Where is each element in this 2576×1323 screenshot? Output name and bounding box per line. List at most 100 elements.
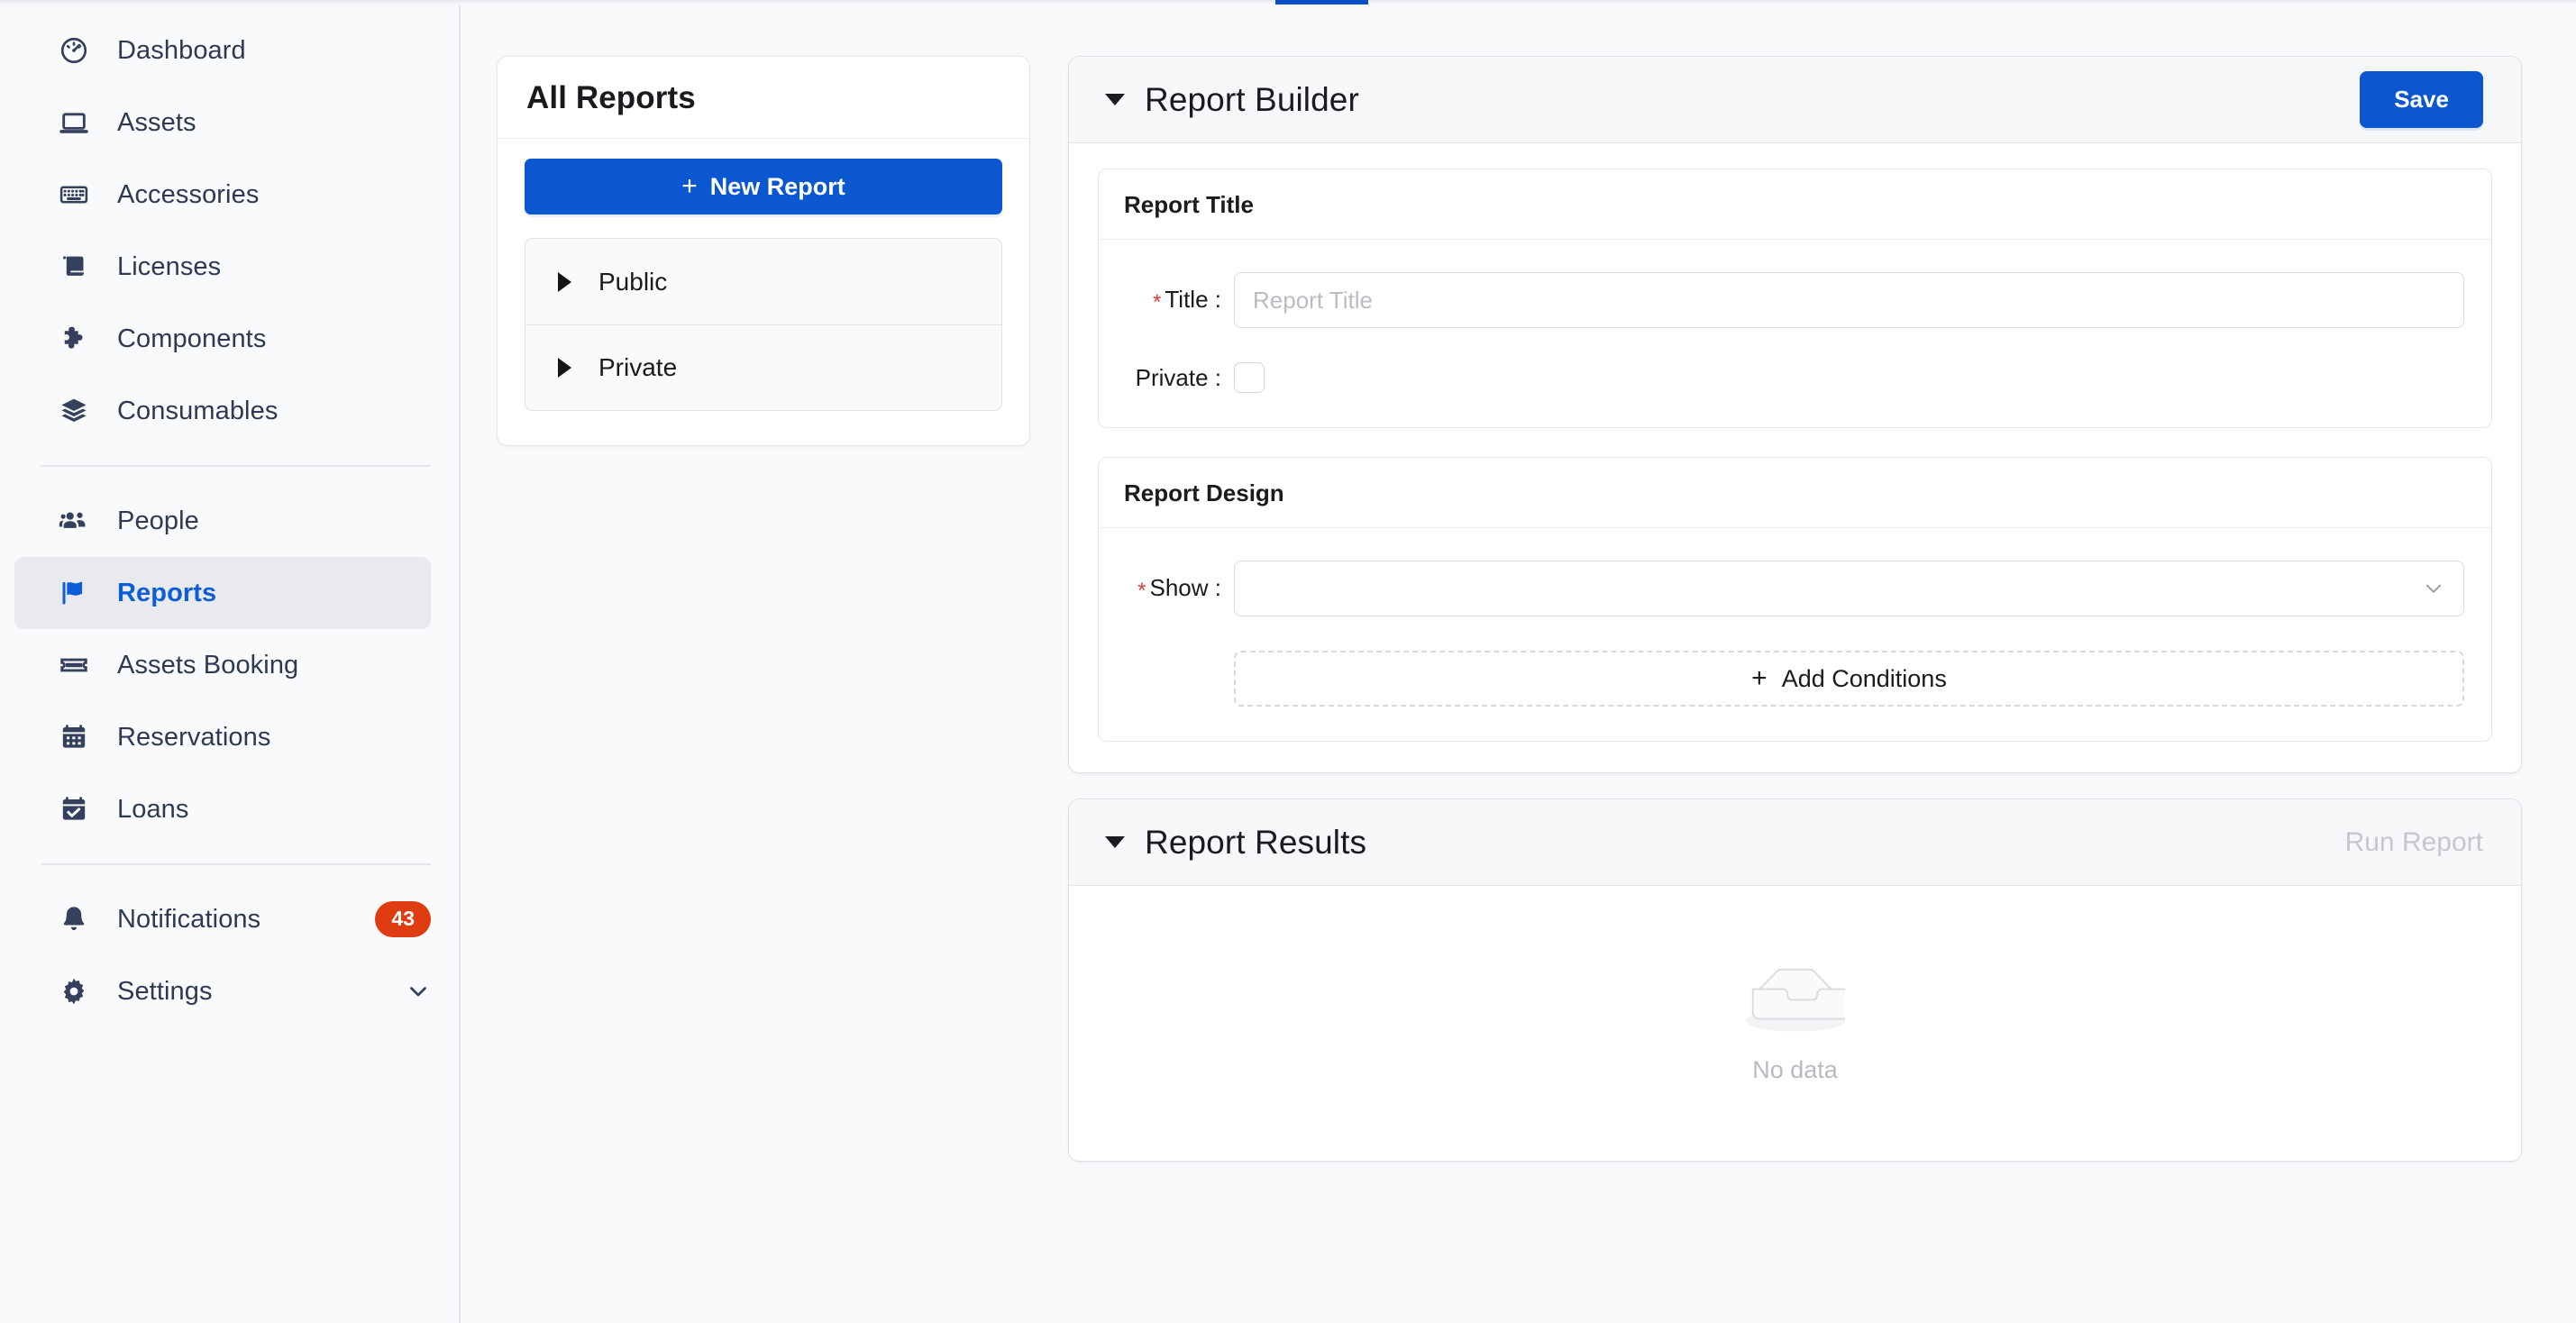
sidebar-divider: [41, 863, 431, 865]
sidebar-item-reservations[interactable]: Reservations: [14, 701, 431, 773]
caret-right-icon[interactable]: [558, 271, 571, 292]
chevron-down-icon[interactable]: [406, 979, 431, 1004]
sidebar-item-people[interactable]: People: [14, 485, 431, 557]
scroll-icon: [54, 247, 94, 287]
report-builder-panel: Report Builder Save Report Title * Title …: [1068, 56, 2522, 773]
report-title-card-header: Report Title: [1099, 169, 2491, 240]
sidebar-item-notifications[interactable]: Notifications 43: [14, 883, 431, 955]
sidebar-item-reports[interactable]: Reports: [14, 557, 431, 629]
report-title-card: Report Title *Title : Private :: [1098, 169, 2492, 428]
sidebar-item-accessories[interactable]: Accessories: [14, 159, 431, 231]
private-checkbox[interactable]: [1234, 362, 1265, 393]
empty-box-icon: [1745, 963, 1853, 1044]
notifications-badge: 43: [375, 901, 431, 937]
sidebar-item-assets[interactable]: Assets: [14, 87, 431, 159]
add-conditions-label: Add Conditions: [1781, 664, 1947, 692]
people-icon: [54, 501, 94, 541]
sidebar-nav: Dashboard Assets Accessories Licenses Co…: [0, 0, 461, 1323]
empty-state-text: No data: [1752, 1055, 1838, 1083]
plus-icon: +: [681, 171, 698, 201]
add-conditions-button[interactable]: + Add Conditions: [1234, 651, 2464, 707]
layers-icon: [54, 391, 94, 431]
report-design-card-header: Report Design: [1099, 458, 2491, 528]
new-report-label: New Report: [709, 172, 845, 200]
sidebar-item-dashboard[interactable]: Dashboard: [14, 14, 431, 87]
sidebar-group-inventory: Dashboard Assets Accessories Licenses Co…: [0, 14, 459, 447]
active-tab-indicator: [1275, 0, 1368, 5]
report-title-card-body: *Title : Private :: [1099, 240, 2491, 427]
required-asterisk: *: [1153, 289, 1162, 315]
sidebar-item-loans[interactable]: Loans: [14, 773, 431, 845]
tree-item-label: Public: [598, 267, 668, 296]
sidebar-item-label: Settings: [117, 976, 213, 1006]
title-field-label: * Title :: [1126, 286, 1234, 315]
report-design-card: Report Design * Show : + Add Conditions: [1098, 457, 2492, 742]
report-title-input[interactable]: [1234, 272, 2464, 328]
laptop-icon: [54, 103, 94, 142]
title-form-row: * Title :: [1126, 272, 2464, 328]
sidebar-divider: [41, 465, 431, 467]
report-results-panel: Report Results Run Report No data: [1068, 798, 2522, 1162]
sidebar-group-operations: People Reports Assets Booking Reservatio…: [0, 485, 459, 845]
tree-item-private[interactable]: Private: [525, 324, 1001, 410]
gear-icon: [54, 972, 94, 1011]
ticket-icon: [54, 645, 94, 685]
chevron-down-icon: [2422, 577, 2445, 600]
gauge-icon: [54, 31, 94, 70]
sidebar-item-components[interactable]: Components: [14, 303, 431, 375]
sidebar-item-licenses[interactable]: Licenses: [14, 231, 431, 303]
all-reports-title: All Reports: [526, 80, 696, 115]
sidebar-item-consumables[interactable]: Consumables: [14, 375, 431, 447]
report-results-title: Report Results: [1145, 823, 1367, 861]
report-results-header-actions: Run Report: [2345, 827, 2483, 858]
bell-icon: [54, 899, 94, 939]
calendar-check-icon: [54, 789, 94, 829]
sidebar-item-label: Assets: [117, 107, 196, 137]
sidebar-item-label: Accessories: [117, 179, 260, 209]
caret-down-icon[interactable]: [1105, 836, 1125, 848]
plus-icon: +: [1751, 663, 1768, 693]
sidebar-item-label: Loans: [117, 794, 189, 824]
sidebar-item-settings[interactable]: Settings: [14, 955, 431, 1027]
calendar-icon: [54, 717, 94, 757]
show-form-row: * Show :: [1126, 561, 2464, 616]
all-reports-panel: All Reports + New Report Public Private: [497, 56, 1030, 446]
report-builder-header: Report Builder Save: [1069, 57, 2521, 143]
keyboard-icon: [54, 175, 94, 214]
report-builder-body: Report Title *Title : Private :: [1069, 143, 2521, 772]
sidebar-item-label: People: [117, 506, 199, 535]
private-field-label: Private :: [1135, 363, 1221, 391]
report-design-card-body: * Show : + Add Conditions: [1099, 528, 2491, 741]
sidebar-item-assets-booking[interactable]: Assets Booking: [14, 629, 431, 701]
show-field-label: * Show :: [1126, 574, 1234, 604]
show-select[interactable]: [1234, 561, 2464, 616]
save-button[interactable]: Save: [2360, 71, 2483, 128]
report-builder-header-actions: Save: [2360, 71, 2483, 128]
right-column: Report Builder Save Report Title * Title …: [1068, 56, 2522, 1162]
private-form-row: Private :: [1126, 362, 2464, 393]
main-content: All Reports + New Report Public Private: [461, 0, 2576, 1323]
sidebar-item-label: Reports: [117, 578, 217, 607]
sidebar-group-system: Notifications 43 Settings: [0, 883, 459, 1027]
report-builder-title: Report Builder: [1145, 80, 1359, 118]
app-root: Dashboard Assets Accessories Licenses Co…: [0, 0, 2576, 1323]
caret-down-icon[interactable]: [1105, 94, 1125, 105]
all-reports-header: All Reports: [498, 57, 1029, 139]
sidebar-item-label: Consumables: [117, 396, 279, 425]
run-report-button[interactable]: Run Report: [2345, 827, 2483, 858]
flag-icon: [54, 573, 94, 613]
required-asterisk: *: [1137, 578, 1146, 603]
caret-right-icon[interactable]: [558, 358, 571, 378]
tree-item-public[interactable]: Public: [525, 239, 1001, 324]
report-results-header: Report Results Run Report: [1069, 799, 2521, 886]
new-report-button[interactable]: + New Report: [525, 159, 1002, 214]
all-reports-body: + New Report Public Private: [498, 139, 1029, 445]
sidebar-item-label: Assets Booking: [117, 650, 299, 680]
report-results-body: No data: [1069, 886, 2521, 1161]
tree-item-label: Private: [598, 353, 678, 381]
show-label-text: Show :: [1149, 573, 1222, 601]
title-label-text: Title :: [1165, 285, 1221, 313]
sidebar-item-label: Notifications: [117, 904, 261, 934]
puzzle-piece-icon: [54, 319, 94, 359]
report-tree: Public Private: [525, 238, 1002, 411]
